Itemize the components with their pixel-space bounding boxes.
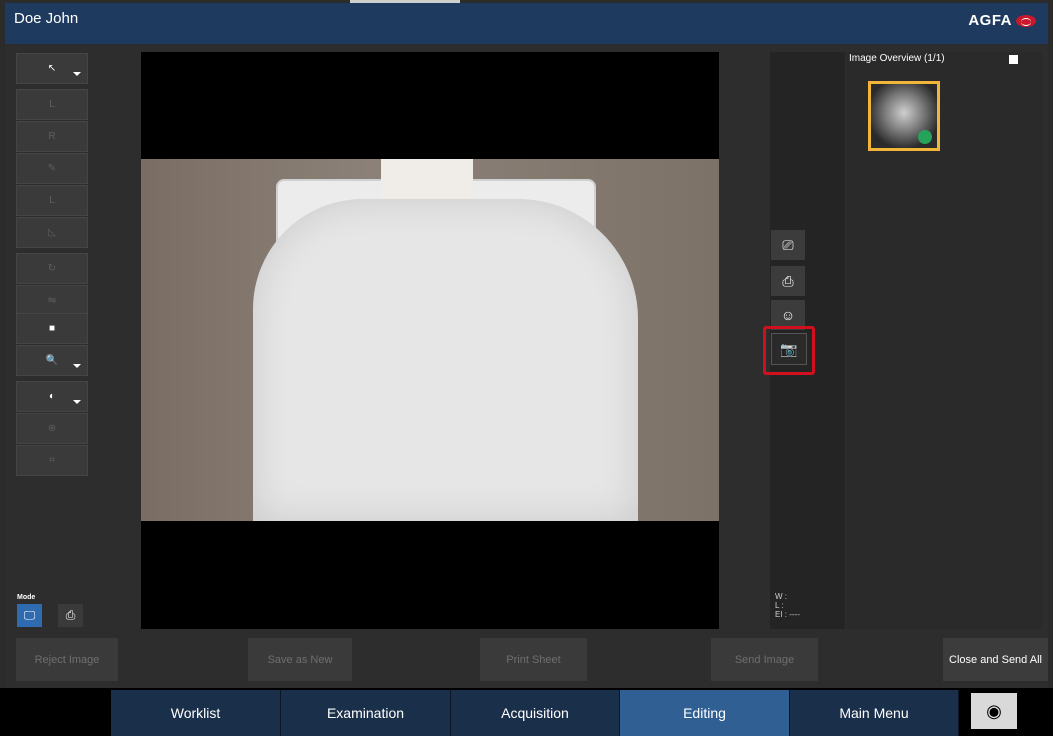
tab-editing[interactable]: Editing — [620, 690, 790, 736]
webcam-icon: ◉ — [986, 700, 1002, 721]
webcam-button[interactable]: ◉ — [971, 693, 1017, 729]
pointer-tool-button[interactable]: ↖ — [16, 53, 88, 84]
flip-button[interactable]: ⇋ — [16, 285, 88, 316]
annotation-button[interactable]: ✎ — [16, 153, 88, 184]
camera-highlight-box — [763, 326, 815, 375]
mode-monitor-button[interactable]: 🖵 — [17, 604, 42, 627]
print-sheet-button[interactable]: Print Sheet — [480, 638, 587, 681]
zoom-tool-button[interactable]: 🔍 — [16, 345, 88, 376]
reject-image-button[interactable]: Reject Image — [16, 638, 118, 681]
pointer-icon: ↖ — [47, 63, 57, 74]
text-label-icon: L — [49, 195, 55, 206]
agfa-logo-mark-icon — [1016, 14, 1036, 27]
printer-icon: ⎙ — [782, 272, 794, 289]
tab-worklist[interactable]: Worklist — [111, 690, 281, 736]
overview-checkbox[interactable] — [1009, 55, 1018, 64]
tab-examination[interactable]: Examination — [281, 690, 451, 736]
invert-button[interactable]: ■ — [16, 313, 88, 344]
chevron-down-icon — [73, 364, 81, 368]
stitch-icon: ☺ — [780, 307, 796, 323]
close-and-send-all-button[interactable]: Close and Send All — [943, 638, 1048, 681]
rotate-icon: ↻ — [47, 263, 57, 274]
annotation-pen-icon: ✎ — [47, 163, 57, 174]
right-marker-icon: R — [48, 131, 56, 142]
send-image-button[interactable]: Send Image — [711, 638, 818, 681]
view-print-button[interactable]: ⎙ — [771, 266, 805, 296]
agfa-logo: AGFA — [968, 12, 1036, 29]
angle-button[interactable]: ◺ — [16, 217, 88, 248]
save-as-new-button[interactable]: Save as New — [248, 638, 352, 681]
right-marker-button[interactable]: R — [16, 121, 88, 152]
rotate-button[interactable]: ↻ — [16, 253, 88, 284]
window-level-readout: W : L : EI : ---- — [775, 592, 800, 619]
image-viewer[interactable] — [141, 52, 719, 629]
printer-icon: ⎙ — [65, 608, 76, 622]
left-marker-icon: L — [49, 99, 55, 110]
crop-icon: ⌗ — [49, 455, 55, 466]
logo-text: AGFA — [968, 12, 1012, 29]
monitor-icon: 🖵 — [23, 608, 36, 622]
header-bar — [5, 3, 1048, 44]
thumbnail-status-icon — [918, 130, 932, 144]
patient-neck — [381, 159, 473, 199]
zoom-icon: 🔍 — [45, 355, 59, 366]
chevron-down-icon — [73, 400, 81, 404]
crop-button[interactable]: ⌗ — [16, 445, 88, 476]
mode-print-button[interactable]: ⎙ — [58, 604, 83, 627]
contrast-icon: ◐ — [48, 391, 56, 402]
pan-icon: ⊕ — [47, 423, 57, 434]
text-label-button[interactable]: L — [16, 185, 88, 216]
patient-figure — [253, 199, 638, 521]
contrast-tool-button[interactable]: ◐ — [16, 381, 88, 412]
overview-title: Image Overview (1/1) — [849, 53, 945, 64]
tab-acquisition[interactable]: Acquisition — [451, 690, 620, 736]
mode-label: Mode — [17, 594, 36, 601]
patient-photo — [141, 159, 719, 521]
angle-icon: ◺ — [48, 227, 56, 238]
left-marker-button[interactable]: L — [16, 89, 88, 120]
chevron-down-icon — [73, 72, 81, 76]
view-monitor-button[interactable]: ⎚ — [771, 230, 805, 260]
invert-icon: ■ — [48, 323, 56, 334]
patient-name: Doe John — [14, 10, 79, 27]
monitor-icon: ⎚ — [782, 236, 794, 253]
pan-button[interactable]: ⊕ — [16, 413, 88, 444]
tab-main-menu[interactable]: Main Menu — [790, 690, 959, 736]
flip-icon: ⇋ — [47, 295, 57, 306]
